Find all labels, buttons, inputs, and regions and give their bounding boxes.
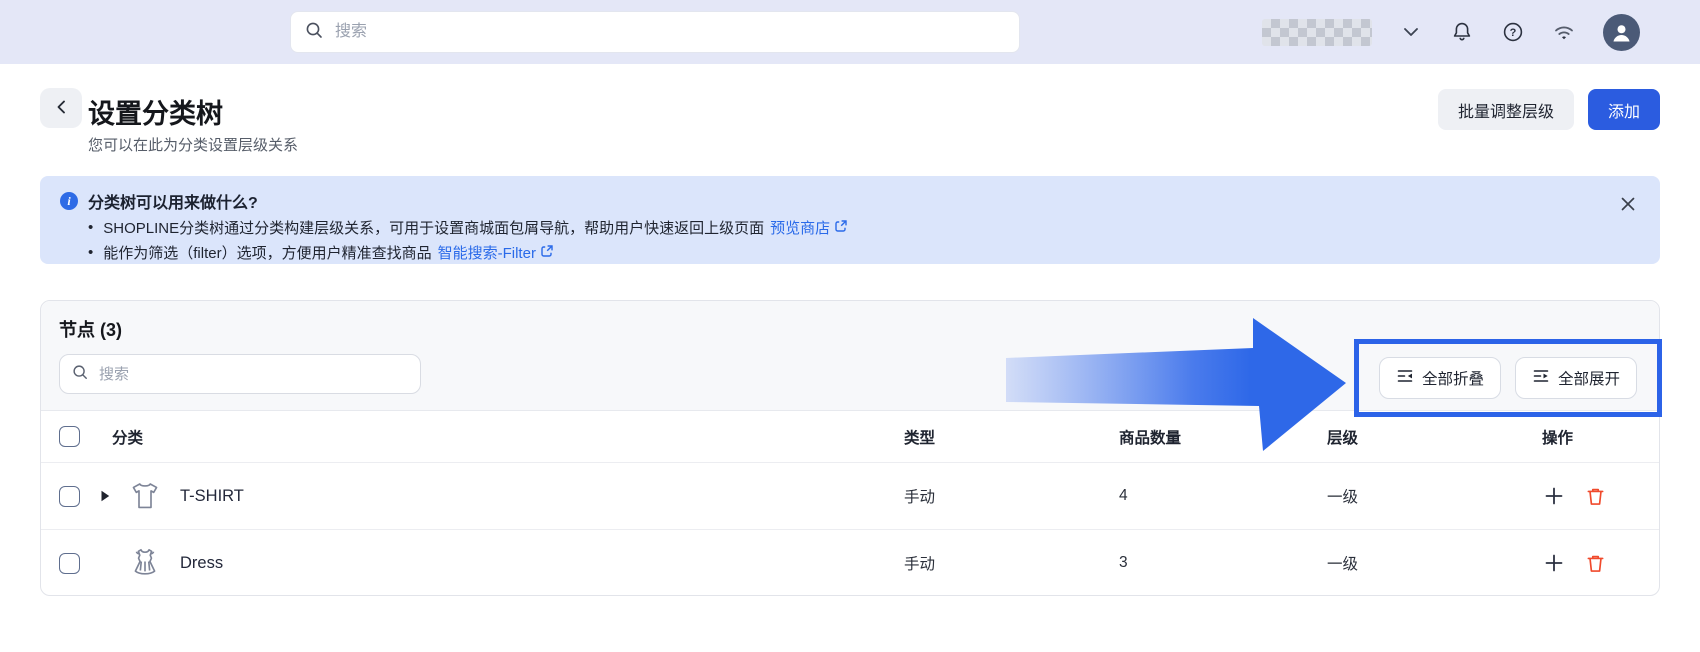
store-name-redacted [1262, 19, 1372, 46]
wifi-icon[interactable] [1552, 20, 1576, 44]
col-actions: 操作 [1429, 426, 1659, 448]
back-button[interactable] [40, 88, 82, 128]
expand-all-icon [1532, 367, 1550, 390]
expand-all-button[interactable]: 全部展开 [1515, 357, 1637, 399]
category-name[interactable]: Dress [180, 554, 223, 573]
table-header: 分类 类型 商品数量 层级 操作 [41, 411, 1659, 462]
external-link-icon [834, 219, 848, 237]
table-row: Dress 手动 3 一级 [41, 529, 1659, 596]
chevron-left-icon [55, 99, 67, 118]
preview-store-link[interactable]: 预览商店 [770, 217, 848, 238]
chevron-down-icon[interactable] [1399, 20, 1423, 44]
category-name[interactable]: T-SHIRT [180, 487, 244, 506]
collapse-all-label: 全部折叠 [1422, 367, 1484, 389]
delete-button[interactable] [1583, 551, 1607, 575]
col-category: 分类 [97, 426, 844, 448]
row-type: 手动 [844, 485, 994, 507]
collapse-all-icon [1396, 367, 1414, 390]
row-count: 3 [994, 554, 1214, 572]
banner-point-2: 能作为筛选（filter）选项，方便用户精准查找商品 [103, 242, 431, 263]
help-icon[interactable]: ? [1501, 20, 1525, 44]
select-all-checkbox[interactable] [59, 426, 80, 447]
preview-store-link-label: 预览商店 [770, 217, 830, 238]
delete-button[interactable] [1583, 484, 1607, 508]
smart-search-filter-link[interactable]: 智能搜索-Filter [438, 242, 554, 263]
dress-icon [126, 544, 164, 582]
global-search[interactable] [290, 11, 1020, 53]
smart-search-filter-link-label: 智能搜索-Filter [438, 242, 536, 263]
notifications-bell-icon[interactable] [1450, 20, 1474, 44]
banner-close-button[interactable] [1618, 194, 1638, 214]
annotation-highlight-box: 全部折叠 全部展开 [1354, 339, 1662, 417]
svg-text:?: ? [1510, 27, 1517, 39]
info-icon: i [60, 192, 78, 210]
table-row: T-SHIRT 手动 4 一级 [41, 462, 1659, 529]
search-icon [305, 21, 323, 44]
add-child-button[interactable] [1542, 551, 1566, 575]
add-child-button[interactable] [1542, 484, 1566, 508]
row-checkbox[interactable] [59, 553, 80, 574]
plus-icon [1545, 487, 1563, 505]
global-search-input[interactable] [333, 22, 1005, 42]
user-avatar[interactable] [1603, 14, 1640, 51]
page-subtitle: 您可以在此为分类设置层级关系 [88, 134, 298, 155]
add-button[interactable]: 添加 [1588, 89, 1660, 130]
nodes-panel: 节点 (3) 全部折叠 [40, 300, 1660, 596]
row-checkbox[interactable] [59, 486, 80, 507]
bulk-adjust-level-button[interactable]: 批量调整层级 [1438, 89, 1574, 130]
row-type: 手动 [844, 552, 994, 574]
collapse-all-button[interactable]: 全部折叠 [1379, 357, 1501, 399]
row-level: 一级 [1214, 485, 1429, 507]
expand-row-icon[interactable] [97, 490, 113, 502]
expand-all-label: 全部展开 [1558, 367, 1620, 389]
topbar: ? [0, 0, 1700, 64]
banner-title: 分类树可以用来做什么? [88, 189, 258, 213]
page-title: 设置分类树 [88, 92, 223, 131]
trash-icon [1585, 486, 1606, 507]
tshirt-icon [126, 477, 164, 515]
node-search[interactable] [59, 354, 421, 394]
info-banner: i 分类树可以用来做什么? SHOPLINE分类树通过分类构建层级关系，可用于设… [40, 176, 1660, 264]
close-icon [1620, 196, 1636, 212]
trash-icon [1585, 553, 1606, 574]
col-count: 商品数量 [994, 426, 1214, 448]
col-level: 层级 [1214, 426, 1429, 448]
plus-icon [1545, 554, 1563, 572]
row-level: 一级 [1214, 552, 1429, 574]
external-link-icon [540, 244, 554, 262]
banner-point-1: SHOPLINE分类树通过分类构建层级关系，可用于设置商城面包屑导航，帮助用户快… [103, 217, 764, 238]
row-count: 4 [994, 487, 1214, 505]
col-type: 类型 [844, 426, 994, 448]
search-icon [72, 364, 88, 385]
node-search-input[interactable] [97, 365, 408, 384]
